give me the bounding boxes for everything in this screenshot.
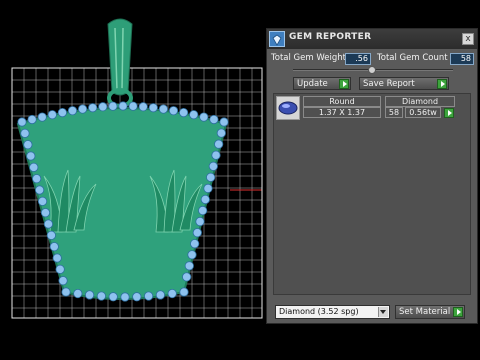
gem-stone [138, 102, 148, 112]
count-cell: 58 [385, 107, 403, 118]
gem-stone [27, 114, 37, 125]
gem-stone [199, 112, 209, 122]
gem-stone [209, 114, 219, 125]
gem-stone [57, 107, 68, 118]
gem-stone [58, 276, 68, 286]
total-gem-weight-field[interactable]: .56 [345, 53, 371, 65]
total-gem-weight-label: Total Gem Weight [271, 53, 346, 63]
panel-title: GEM REPORTER [289, 32, 372, 42]
update-button-label: Update [297, 79, 328, 89]
gem-stone [55, 264, 65, 274]
gem-stone [168, 106, 179, 116]
gem-stone [96, 291, 107, 301]
gem-stone [216, 128, 226, 138]
gem-weight: 0.56tw [409, 108, 437, 117]
gem-reporter-app-icon [269, 31, 285, 47]
gem-stone [118, 101, 128, 111]
gem-stone [182, 272, 192, 282]
gem-stone [179, 287, 189, 297]
gem-stone [52, 253, 62, 263]
save-report-play-icon [437, 79, 447, 89]
gem-stone [67, 106, 78, 116]
close-button[interactable]: x [462, 33, 474, 45]
gem-stone [179, 107, 189, 118]
gem-shape: Round [329, 97, 355, 106]
gem-stone [128, 101, 138, 111]
material-dropdown-value: Diamond (3.52 spg) [279, 307, 359, 316]
gem-stone [192, 228, 202, 238]
gem-stone [88, 103, 98, 113]
gem-material: Diamond [401, 97, 439, 106]
gem-stone [34, 185, 45, 195]
pendant-bail [107, 18, 133, 108]
gem-stone [46, 230, 56, 240]
gem-reporter-panel: GEM REPORTER x Total Gem Weight .56 Tota… [266, 28, 478, 324]
gem-stone [203, 183, 213, 193]
gem-stone [78, 104, 88, 114]
gem-stone [144, 291, 154, 301]
gem-stone [211, 150, 221, 160]
total-gem-count-field[interactable]: 58 [450, 53, 474, 65]
set-material-play-icon [453, 307, 463, 317]
update-play-icon [339, 79, 349, 89]
gem-stone [47, 110, 57, 120]
total-gem-count-label: Total Gem Count [377, 53, 448, 63]
gem-stone [40, 208, 51, 218]
gem-stone [49, 242, 59, 252]
gem-stone [37, 196, 48, 206]
round-gem-icon [276, 96, 300, 120]
gem-stone [189, 110, 199, 120]
gem-stone [23, 140, 33, 150]
gem-stone [26, 151, 36, 161]
gem-size: 1.37 X 1.37 [318, 108, 366, 117]
gem-stone [108, 101, 118, 111]
gem-row[interactable]: Round 1.37 X 1.37 Diamond 58 0.56tw [274, 94, 470, 122]
material-cell: Diamond [385, 96, 455, 107]
gem-count: 58 [388, 108, 400, 117]
gem-stone [200, 194, 210, 205]
gem-stone [158, 104, 168, 114]
gem-stone [195, 217, 205, 227]
gem-stone [37, 112, 47, 122]
gem-stone [190, 239, 200, 249]
update-button[interactable]: Update [293, 77, 351, 90]
set-material-button[interactable]: Set Material [395, 305, 465, 319]
gem-stone [214, 139, 224, 149]
row-select-play-icon[interactable] [444, 108, 454, 118]
save-report-button-label: Save Report [363, 79, 415, 89]
gem-stone [43, 219, 54, 229]
save-report-button[interactable]: Save Report [359, 77, 449, 90]
gem-stone [108, 292, 118, 302]
gem-stone [206, 172, 216, 182]
gem-stone [85, 290, 95, 300]
divider-handle[interactable] [368, 66, 376, 74]
gem-stone [187, 250, 197, 260]
size-cell: 1.37 X 1.37 [303, 107, 381, 118]
shape-cell: Round [303, 96, 381, 107]
gem-stone [98, 102, 108, 112]
gem-stone [29, 162, 39, 172]
gem-stone [184, 261, 194, 271]
gem-stone [61, 287, 71, 297]
gem-list: Round 1.37 X 1.37 Diamond 58 0.56tw [273, 93, 471, 295]
panel-titlebar[interactable]: GEM REPORTER x [267, 29, 477, 49]
material-dropdown[interactable]: Diamond (3.52 spg) [275, 305, 390, 319]
gem-stone [208, 161, 218, 171]
set-material-button-label: Set Material [399, 307, 451, 317]
weight-cell: 0.56tw [405, 107, 441, 118]
gem-stone [132, 292, 142, 302]
chevron-down-icon[interactable] [378, 307, 388, 317]
gem-stone [32, 174, 42, 184]
gem-stone [20, 128, 30, 138]
gem-stone [120, 292, 130, 302]
gem-stone [167, 288, 177, 299]
gem-stone [17, 117, 27, 127]
gem-stone [73, 288, 83, 299]
gem-stone [155, 290, 165, 300]
gem-stone [219, 117, 229, 127]
gem-stone [198, 205, 208, 216]
gem-stone [148, 103, 158, 113]
